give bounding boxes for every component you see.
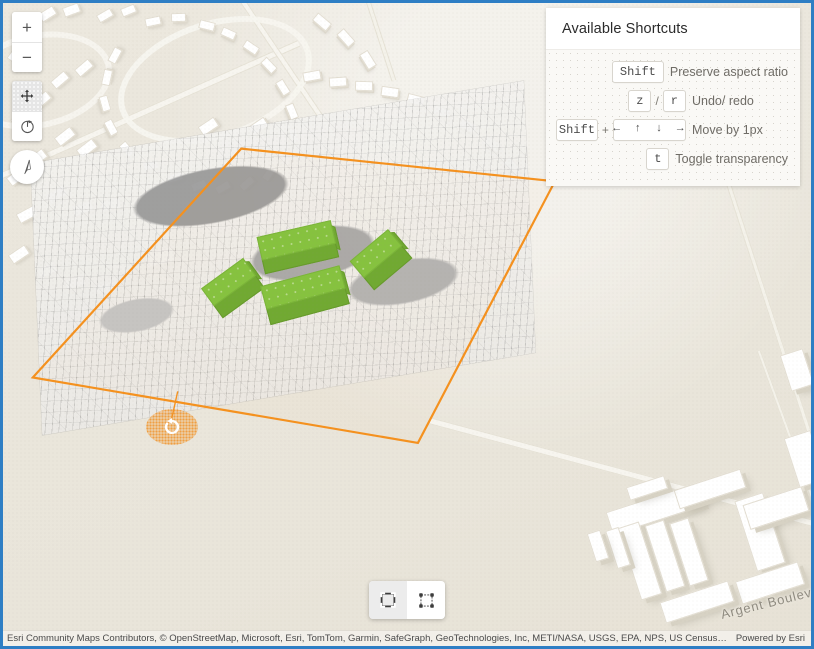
building [783,429,811,489]
key-separator-slash: / [655,93,659,108]
attribution-sources: Esri Community Maps Contributors, © Open… [7,633,728,644]
shortcut-description: Toggle transparency [675,151,788,166]
edit-mode-toolbar [369,581,445,619]
shortcut-keys: t [556,147,670,170]
shortcut-keys: z / r [556,89,686,112]
shortcut-row: Shift + ← ↑ ↓ → Move by 1px [556,116,788,143]
app-window: Argent Boulevard + − Available Shortcuts… [0,0,814,649]
navigation-button-group [12,81,42,141]
rotate-handle[interactable] [146,409,198,445]
shortcuts-panel-body: Shift Preserve aspect ratio z / r Undo/ … [546,50,800,186]
rotate-tool-button[interactable] [12,111,42,141]
rotate-icon [164,418,180,435]
shortcut-description: Move by 1px [692,122,763,137]
zoom-out-button[interactable]: − [12,42,42,72]
frame-mode-button[interactable] [369,581,407,619]
plus-icon: + [22,17,32,37]
shortcut-keys: Shift [556,60,664,83]
bounding-box-handles-icon [418,592,434,608]
key-shift[interactable]: Shift [556,118,598,141]
key-z[interactable]: z [628,89,652,112]
frame-square-icon [380,592,396,608]
shortcut-description: Preserve aspect ratio [669,64,788,79]
zoom-button-group: + − [12,12,42,72]
building [742,486,810,530]
transform-mode-button[interactable] [407,581,445,619]
powered-by-esri-link[interactable]: Powered by Esri [736,633,807,644]
minus-icon: − [22,48,32,67]
key-r[interactable]: r [662,89,686,112]
pan-move-icon [20,89,34,103]
map-tools-toolbar: + − [10,12,44,184]
shortcut-description: Undo/ redo [692,93,754,108]
compass-button[interactable] [10,150,44,184]
key-shift[interactable]: Shift [611,60,664,83]
shortcut-row: Shift Preserve aspect ratio [556,58,788,85]
pan-tool-button[interactable] [12,81,42,111]
shortcut-row: z / r Undo/ redo [556,87,788,114]
shortcut-row: t Toggle transparency [556,145,788,172]
key-separator-plus: + [601,122,609,137]
zoom-in-button[interactable]: + [12,12,42,42]
key-t[interactable]: t [646,147,670,170]
map-attribution-bar: Esri Community Maps Contributors, © Open… [3,630,811,646]
compass-needle-icon [24,159,31,175]
shortcuts-panel-title: Available Shortcuts [546,8,800,50]
rotate-icon [20,120,34,134]
building [779,348,811,392]
key-arrow-keys[interactable]: ← ↑ ↓ → [612,118,686,141]
available-shortcuts-panel: Available Shortcuts Shift Preserve aspec… [546,8,800,186]
shortcut-keys: Shift + ← ↑ ↓ → [556,118,686,141]
